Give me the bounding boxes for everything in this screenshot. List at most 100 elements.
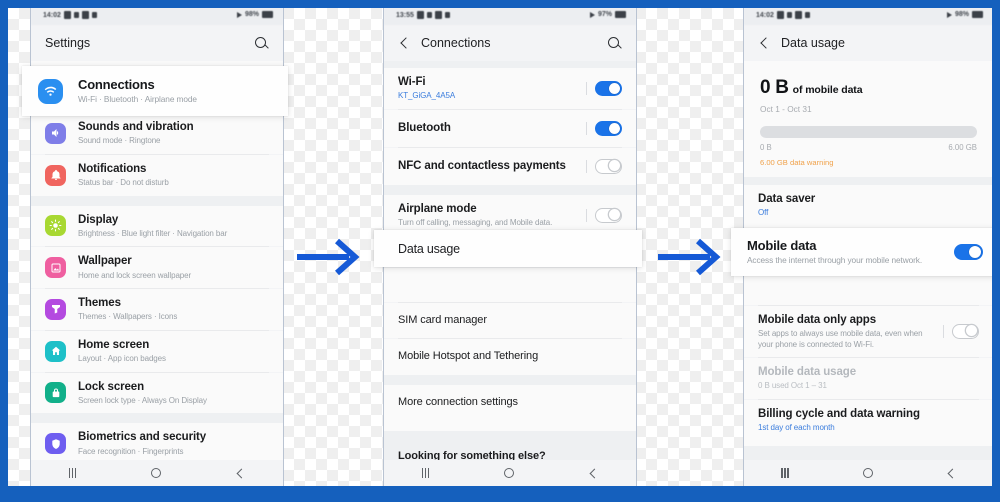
data-usage-row-mobile-data-usage[interactable]: Mobile data usage 0 B used Oct 1 – 31 [744,357,992,399]
android-navbar [31,460,283,486]
row-title: Bluetooth [398,122,451,135]
row-title: NFC and contactless payments [398,160,566,173]
data-usage-row-mobile-data-only-apps[interactable]: Mobile data only apps Set apps to always… [744,305,992,357]
page-title: Data usage [781,36,845,50]
airplane-toggle[interactable] [595,207,622,223]
row-title: Mobile data only apps [758,313,877,326]
row-subtitle: Turn off calling, messaging, and Mobile … [398,218,553,228]
row-title: Wallpaper [78,255,132,268]
data-usage-row-data-saver[interactable]: Data saver Off [744,185,992,226]
back-icon[interactable] [947,469,956,478]
home-circle-icon[interactable] [862,468,873,478]
search-icon[interactable] [254,36,269,51]
status-bar-right: 98% [946,11,983,18]
connections-row-sim-card-manager[interactable]: SIM card manager [384,302,636,339]
row-title: Mobile data usage [758,365,856,378]
connections-row-bluetooth[interactable]: Bluetooth [384,109,636,147]
row-title: Biometrics and security [78,431,207,444]
section-gap [384,184,636,195]
outer-frame: 14:02 98% Settings Sounds and vibration … [0,0,1000,502]
mobile-data-only-apps-toggle[interactable] [952,323,979,339]
connections-row-more-settings[interactable]: More connection settings [384,385,636,421]
connections-list[interactable]: Wi-Fi KT_GiGA_4A5A Bluetooth NFC and con… [384,61,636,486]
settings-row-wallpaper[interactable]: Wallpaper Home and lock screen wallpaper [31,247,283,289]
back-icon[interactable] [589,469,598,478]
row-subtitle: Face recognition · Fingerprints [78,446,184,456]
list-pad [384,420,636,431]
callout-subtitle: Wi-Fi · Bluetooth · Airplane mode [78,93,197,104]
recents-icon[interactable] [68,468,77,478]
settings-row-notifications[interactable]: Notifications Status bar · Do not distur… [31,154,283,196]
row-subtitle: Status bar · Do not disturb [78,178,169,188]
status-bar-right: 98% [236,11,273,18]
callout-title: Mobile data [747,237,817,253]
data-usage-progress-bar [760,126,977,138]
recents-icon[interactable] [421,468,430,478]
toggle-divider [586,208,587,222]
status-bar-left: 13:55 [396,11,450,19]
section-gap [744,177,992,185]
row-subtitle: 1st day of each month [758,423,835,433]
row-title: Sounds and vibration [78,121,194,133]
recents-icon[interactable] [781,468,789,478]
bluetooth-toggle[interactable] [595,120,622,136]
brush-icon [45,298,66,320]
settings-row-lock-screen[interactable]: Lock screen Screen lock type · Always On… [31,372,283,414]
home-circle-icon[interactable] [504,468,515,478]
lock-icon [45,382,66,404]
toggle-divider [586,81,587,95]
arrow-settings-to-connections [297,238,360,276]
connections-row-hotspot-tethering[interactable]: Mobile Hotspot and Tethering [384,339,636,376]
home-circle-icon[interactable] [151,468,162,478]
volume-icon [45,122,66,144]
status-bar-left: 14:02 [43,11,97,19]
row-title: Notifications [78,162,147,175]
back-chevron-icon[interactable] [758,36,772,50]
row-subtitle: Set apps to always use mobile data, even… [758,329,923,349]
settings-row-sounds[interactable]: Sounds and vibration Sound mode · Ringto… [31,113,283,154]
row-subtitle: 0 B used Oct 1 – 31 [758,381,827,391]
settings-row-display[interactable]: Display Brightness · Blue light filter ·… [31,205,283,247]
settings-row-home-screen[interactable]: Home screen Layout · App icon badges [31,330,283,372]
row-subtitle: Layout · App icon badges [78,354,166,364]
bar-labels: 0 B 6.00 GB [760,143,977,152]
settings-row-themes[interactable]: Themes Themes · Wallpapers · Icons [31,289,283,330]
row-title: Themes [78,297,121,310]
bell-icon [45,164,66,186]
data-warning-label: 6.00 GB data warning [760,158,834,167]
row-subtitle: Off [758,208,769,218]
mobile-data-toggle[interactable] [954,244,983,260]
row-title: Data saver [758,193,816,205]
status-bar-right: 97% [589,11,626,18]
callout-data-usage[interactable]: Data usage [374,230,642,267]
page-title: Connections [421,36,491,50]
connections-row-data-usage-underlay[interactable] [384,267,636,302]
nfc-toggle[interactable] [595,158,622,174]
bar-min-label: 0 B [760,143,772,152]
wifi-toggle[interactable] [595,80,622,96]
appbar-settings: Settings [31,25,283,61]
section-gap [31,413,283,424]
connections-row-wifi[interactable]: Wi-Fi KT_GiGA_4A5A [384,68,636,109]
data-usage-hero: 0 Bof mobile data Oct 1 - Oct 31 0 B 6.0… [744,61,992,177]
status-bar-connections: 13:55 97% [384,8,636,25]
callout-mobile-data[interactable]: Mobile data Access the internet through … [731,228,992,276]
data-usage-row-billing-cycle[interactable]: Billing cycle and data warning 1st day o… [744,399,992,441]
toggle-divider [943,324,944,338]
toggle-divider [586,159,587,173]
row-subtitle: KT_GiGA_4A5A [398,91,456,101]
canvas-stage: 14:02 98% Settings Sounds and vibration … [8,8,992,486]
appbar-data-usage: Data usage [744,25,992,61]
connections-row-nfc[interactable]: NFC and contactless payments [384,147,636,185]
row-title: Mobile Hotspot and Tethering [398,350,539,363]
settings-list[interactable]: Sounds and vibration Sound mode · Ringto… [31,61,283,484]
row-title: Lock screen [78,380,145,393]
brightness-icon [45,215,66,237]
back-chevron-icon[interactable] [398,36,412,50]
callout-connections[interactable]: Connections Wi-Fi · Bluetooth · Airplane… [22,66,288,116]
row-title: SIM card manager [398,313,487,326]
section-gap [384,61,636,68]
search-icon[interactable] [607,36,622,51]
settings-row-biometrics[interactable]: Biometrics and security Face recognition… [31,423,283,465]
back-icon[interactable] [236,469,245,478]
